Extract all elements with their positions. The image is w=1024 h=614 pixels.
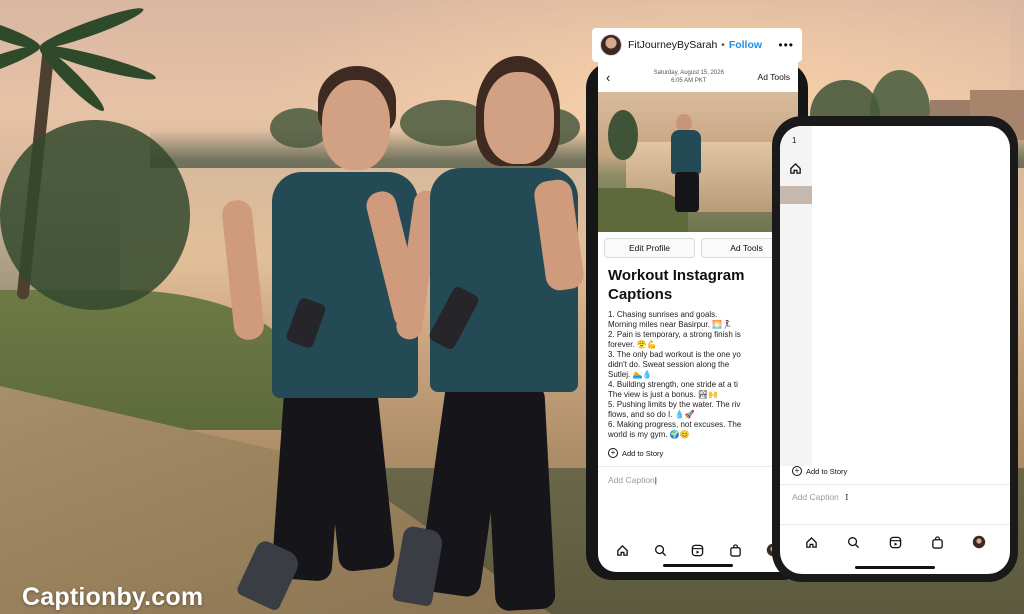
follow-button[interactable]: Follow — [729, 39, 762, 51]
caption-line: 1. Chasing sunrises and goals. — [608, 310, 718, 319]
shop-icon[interactable] — [728, 542, 744, 558]
home-icon[interactable] — [615, 542, 631, 558]
add-to-story-label: Add to Story — [622, 448, 664, 458]
post-time: 6:05 AM PKT — [671, 78, 707, 84]
photo-palm — [608, 110, 638, 160]
caption-line: 3. The only bad workout is the one yo — [608, 350, 741, 359]
add-caption-placeholder: Add Caption — [792, 492, 839, 502]
caption-line: forever. 😤💪 — [608, 340, 657, 349]
caption-line: 6. Making progress, not excuses. The — [608, 420, 742, 429]
caption-line: Morning miles near Basirpur. 🌅🏃‍♀️ — [608, 320, 732, 329]
caption-line: 5. Pushing limits by the water. The riv — [608, 400, 741, 409]
site-watermark: Captionby.com — [22, 583, 204, 611]
edit-profile-button[interactable]: Edit Profile — [604, 238, 695, 258]
shop-icon[interactable] — [929, 534, 945, 550]
bottom-nav — [598, 542, 798, 558]
search-icon[interactable] — [652, 542, 668, 558]
add-to-story-button[interactable]: + Add to Story — [792, 466, 847, 476]
caption-line: 4. Building strength, one stride at a ti — [608, 380, 738, 389]
profile-avatar-icon[interactable] — [971, 534, 987, 550]
post-datetime: Saturday, August 15, 2026 6:05 AM PKT — [620, 69, 758, 85]
caption-heading: Workout Instagram Captions — [608, 267, 745, 303]
post-date: Saturday, August 15, 2026 — [653, 70, 724, 76]
ad-tools-link[interactable]: Ad Tools — [758, 72, 790, 82]
bush — [0, 120, 190, 310]
plus-circle-icon: + — [608, 448, 618, 458]
caption-line: Sutlej. 🏊💧 — [608, 370, 653, 379]
caption-line: The view is just a bonus. 🏞🙌 — [608, 390, 718, 399]
add-to-story-button[interactable]: + Add to Story — [598, 440, 798, 458]
phone-screen: 1 + Add to Story Add Caption I — [780, 126, 1010, 574]
back-arrow-icon[interactable]: ‹ — [606, 70, 620, 85]
photo-runner-tank — [671, 130, 701, 174]
plus-circle-icon: + — [792, 466, 802, 476]
reels-icon[interactable] — [887, 534, 903, 550]
instagram-post-header: FitJourneyBySarah • Follow ••• — [592, 28, 802, 62]
home-indicator — [855, 566, 935, 569]
home-icon[interactable] — [789, 162, 802, 180]
caption-line: world is my gym. 🌍😊 — [608, 430, 690, 439]
divider — [780, 524, 1010, 525]
phone-mockup-secondary: 1 + Add to Story Add Caption I — [772, 116, 1018, 582]
bottom-nav — [780, 534, 1010, 550]
divider — [780, 484, 1010, 485]
add-to-story-label: Add to Story — [806, 466, 848, 476]
reels-icon[interactable] — [690, 542, 706, 558]
post-username[interactable]: FitJourneyBySarah — [628, 39, 717, 51]
phone-screen: ‹ Saturday, August 15, 2026 6:05 AM PKT … — [598, 62, 798, 572]
caption-list: 1. Chasing sunrises and goals. Morning m… — [598, 310, 798, 440]
post-photo[interactable] — [598, 92, 798, 232]
profile-action-row: Edit Profile Ad Tools — [598, 232, 798, 264]
separator-dot: • — [721, 39, 725, 51]
profile-avatar[interactable] — [600, 34, 622, 56]
more-options-icon[interactable]: ••• — [778, 38, 794, 52]
home-indicator — [663, 564, 733, 567]
text-cursor-icon: I — [845, 493, 849, 503]
caption-line: didn't do. Sweat session along the — [608, 360, 730, 369]
add-caption-input[interactable]: Add Caption| — [598, 467, 798, 497]
status-time: 1 — [792, 136, 797, 145]
home-icon[interactable] — [803, 534, 819, 550]
add-caption-placeholder: Add Caption — [608, 475, 655, 485]
search-icon[interactable] — [845, 534, 861, 550]
add-caption-input[interactable]: Add Caption I — [792, 492, 849, 503]
image-strip — [780, 186, 812, 204]
caption-line: 2. Pain is temporary, a strong finish is — [608, 330, 741, 339]
palm-leaf — [0, 40, 43, 88]
post-topbar: ‹ Saturday, August 15, 2026 6:05 AM PKT … — [598, 62, 798, 92]
caption-line: flows, and so do I. 💧🚀 — [608, 410, 695, 419]
photo-runner-legs — [675, 172, 699, 212]
